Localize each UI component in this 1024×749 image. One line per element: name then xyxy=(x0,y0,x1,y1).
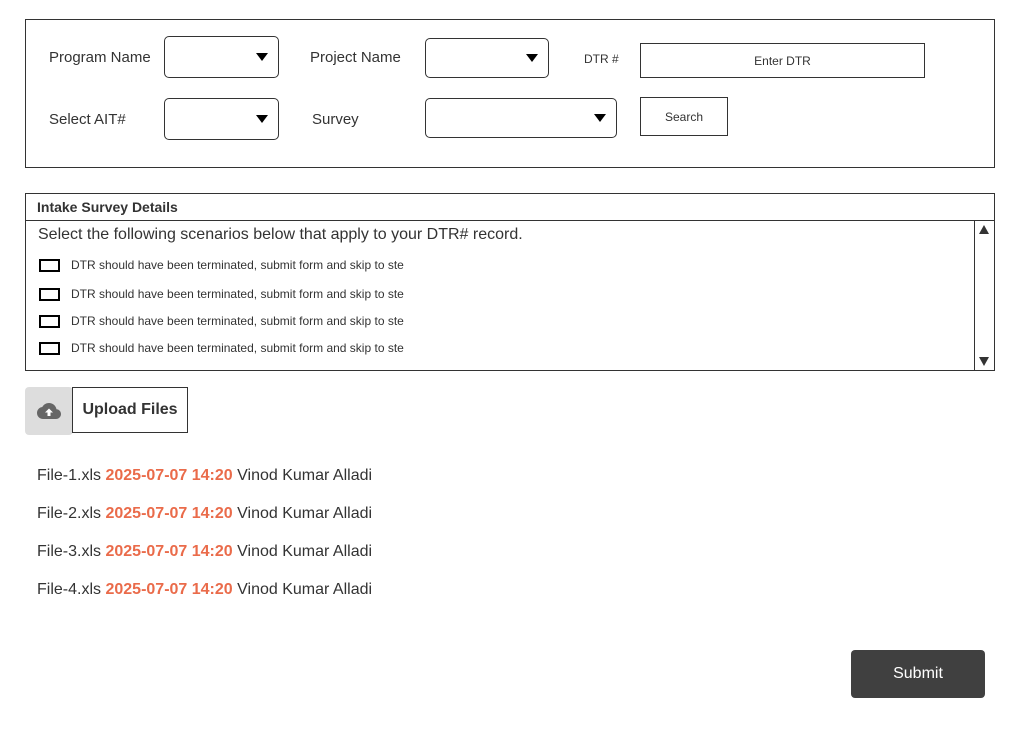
chevron-down-icon xyxy=(526,54,538,62)
program-name-label: Program Name xyxy=(49,49,151,66)
chevron-down-icon xyxy=(256,115,268,123)
scenario-option[interactable]: DTR should have been terminated, submit … xyxy=(39,257,404,273)
file-list-item: File-3.xls 2025-07-07 14:20 Vinod Kumar … xyxy=(37,543,372,561)
file-list-item: File-4.xls 2025-07-07 14:20 Vinod Kumar … xyxy=(37,581,372,599)
file-name[interactable]: File-4.xls xyxy=(37,581,101,598)
project-name-label: Project Name xyxy=(310,49,401,66)
submit-button[interactable]: Submit xyxy=(851,650,985,698)
upload-files-button[interactable]: Upload Files xyxy=(72,387,188,433)
file-user: Vinod Kumar Alladi xyxy=(237,505,373,522)
search-button[interactable]: Search xyxy=(640,97,728,136)
survey-panel-title: Intake Survey Details xyxy=(26,194,994,221)
dtr-input[interactable]: Enter DTR xyxy=(640,43,925,78)
chevron-down-icon xyxy=(256,53,268,61)
scenario-option-label: DTR should have been terminated, submit … xyxy=(71,287,404,301)
file-timestamp: 2025-07-07 14:20 xyxy=(105,467,233,484)
chevron-down-icon xyxy=(594,114,606,122)
scenario-option-label: DTR should have been terminated, submit … xyxy=(71,314,404,328)
survey-instruction: Select the following scenarios below tha… xyxy=(38,226,523,243)
file-list-item: File-1.xls 2025-07-07 14:20 Vinod Kumar … xyxy=(37,467,372,485)
file-timestamp: 2025-07-07 14:20 xyxy=(105,505,233,522)
survey-scrollbar[interactable] xyxy=(974,221,994,370)
upload-icon-button[interactable] xyxy=(25,387,73,435)
dtr-label: DTR # xyxy=(584,52,619,66)
program-name-select[interactable] xyxy=(164,36,279,78)
survey-select[interactable] xyxy=(425,98,617,138)
file-name[interactable]: File-2.xls xyxy=(37,505,101,522)
survey-panel: Intake Survey Details Select the followi… xyxy=(25,193,995,371)
file-user: Vinod Kumar Alladi xyxy=(237,467,373,484)
survey-body: Select the following scenarios below tha… xyxy=(26,221,974,370)
file-timestamp: 2025-07-07 14:20 xyxy=(105,581,233,598)
scenario-option-label: DTR should have been terminated, submit … xyxy=(71,341,404,355)
select-ait-label: Select AIT# xyxy=(49,111,126,128)
checkbox[interactable] xyxy=(39,314,60,328)
cloud-upload-icon xyxy=(37,403,61,419)
select-ait-select[interactable] xyxy=(164,98,279,140)
file-timestamp: 2025-07-07 14:20 xyxy=(105,543,233,560)
scroll-up-icon[interactable] xyxy=(979,225,989,234)
file-list-item: File-2.xls 2025-07-07 14:20 Vinod Kumar … xyxy=(37,505,372,523)
filter-panel: Program Name Project Name DTR # Enter DT… xyxy=(25,19,995,168)
survey-label: Survey xyxy=(312,111,359,128)
scenario-option[interactable]: DTR should have been terminated, submit … xyxy=(39,340,404,356)
scenario-option[interactable]: DTR should have been terminated, submit … xyxy=(39,286,404,302)
file-name[interactable]: File-3.xls xyxy=(37,543,101,560)
checkbox[interactable] xyxy=(39,287,60,301)
scenario-option[interactable]: DTR should have been terminated, submit … xyxy=(39,313,404,329)
checkbox[interactable] xyxy=(39,258,60,272)
scroll-down-icon[interactable] xyxy=(979,357,989,366)
scenario-option-label: DTR should have been terminated, submit … xyxy=(71,258,404,272)
file-user: Vinod Kumar Alladi xyxy=(237,581,373,598)
project-name-select[interactable] xyxy=(425,38,549,78)
file-user: Vinod Kumar Alladi xyxy=(237,543,373,560)
file-name[interactable]: File-1.xls xyxy=(37,467,101,484)
checkbox[interactable] xyxy=(39,341,60,355)
